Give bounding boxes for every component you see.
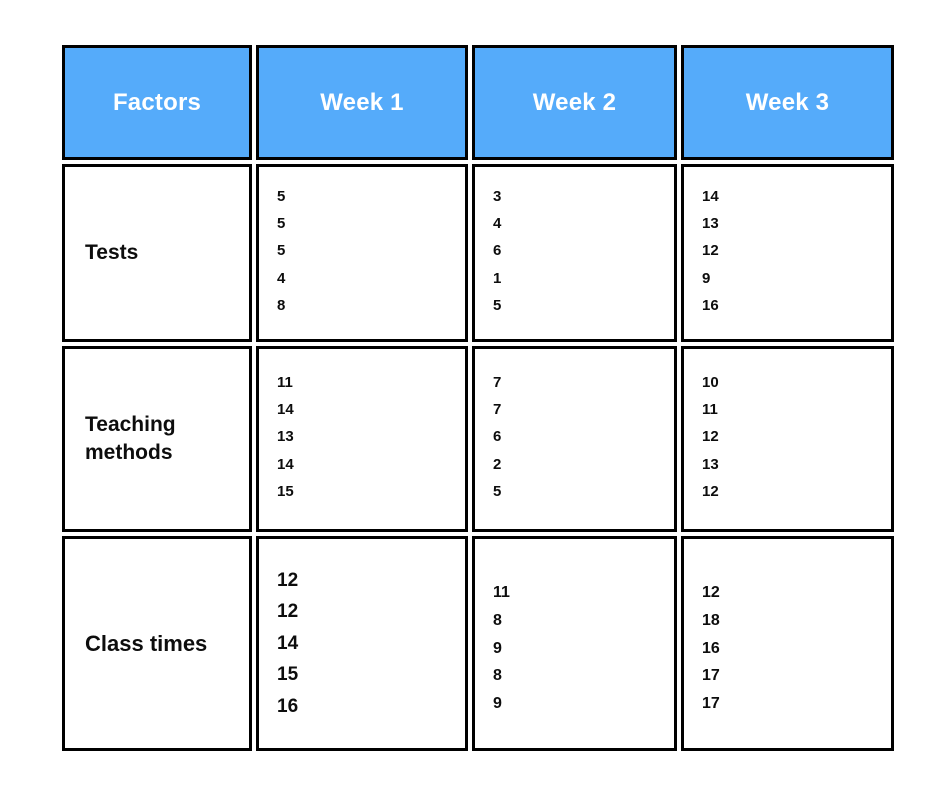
value-item: 6 bbox=[493, 242, 502, 260]
value-item: 9 bbox=[702, 269, 711, 287]
cell-class-times-week-3: 12 18 16 17 17 bbox=[681, 536, 894, 751]
value-item: 18 bbox=[702, 611, 720, 629]
value-item: 17 bbox=[702, 667, 720, 685]
value-item: 8 bbox=[277, 296, 286, 314]
value-item: 17 bbox=[702, 695, 720, 712]
factor-label-tests: Tests bbox=[62, 164, 252, 342]
factor-label-teaching-methods: Teaching methods bbox=[62, 346, 252, 532]
value-item: 12 bbox=[277, 569, 299, 591]
value-list: 11 8 9 8 9 bbox=[493, 579, 674, 717]
value-item: 5 bbox=[277, 242, 286, 260]
value-item: 5 bbox=[277, 187, 286, 205]
value-item: 5 bbox=[493, 482, 502, 500]
value-item: 16 bbox=[277, 695, 299, 717]
cell-class-times-week-2: 11 8 9 8 9 bbox=[472, 536, 677, 751]
value-item: 14 bbox=[277, 401, 294, 419]
value-item: 11 bbox=[277, 373, 293, 391]
value-item: 7 bbox=[493, 373, 502, 391]
value-item: 12 bbox=[702, 242, 719, 260]
cell-teaching-methods-week-3: 10 11 12 13 12 bbox=[681, 346, 894, 532]
table-row: Class times 12 12 14 15 16 11 8 9 8 9 12… bbox=[62, 536, 894, 751]
value-item: 7 bbox=[493, 401, 502, 419]
value-item: 5 bbox=[493, 296, 502, 314]
value-list: 3 4 6 1 5 bbox=[493, 183, 674, 319]
table-row: Teaching methods 11 14 13 14 15 7 7 6 2 … bbox=[62, 346, 894, 532]
value-item: 1 bbox=[493, 269, 502, 287]
cell-tests-week-3: 14 13 12 9 16 bbox=[681, 164, 894, 342]
value-item: 16 bbox=[702, 296, 719, 314]
value-item: 9 bbox=[493, 695, 502, 712]
value-item: 14 bbox=[702, 187, 719, 205]
column-header-week-3: Week 3 bbox=[681, 45, 894, 160]
value-item: 5 bbox=[277, 215, 286, 233]
value-item: 14 bbox=[277, 632, 299, 654]
value-item: 16 bbox=[702, 639, 720, 657]
value-item: 10 bbox=[702, 373, 719, 391]
column-header-factors: Factors bbox=[62, 45, 252, 160]
value-item: 4 bbox=[277, 269, 286, 287]
value-item: 14 bbox=[277, 455, 294, 473]
cell-tests-week-2: 3 4 6 1 5 bbox=[472, 164, 677, 342]
value-item: 4 bbox=[493, 215, 502, 233]
value-list: 14 13 12 9 16 bbox=[702, 183, 891, 319]
value-list: 12 12 14 15 16 bbox=[277, 565, 465, 723]
table-row: Tests 5 5 5 4 8 3 4 6 1 5 14 13 12 9 16 bbox=[62, 164, 894, 342]
value-item: 11 bbox=[702, 401, 718, 419]
value-item: 9 bbox=[493, 639, 502, 657]
table-header: Factors Week 1 Week 2 Week 3 bbox=[62, 45, 894, 160]
value-list: 12 18 16 17 17 bbox=[702, 579, 891, 717]
value-item: 3 bbox=[493, 187, 502, 205]
value-list: 11 14 13 14 15 bbox=[277, 369, 465, 505]
value-item: 13 bbox=[702, 215, 719, 233]
cell-class-times-week-1: 12 12 14 15 16 bbox=[256, 536, 468, 751]
column-header-week-1: Week 1 bbox=[256, 45, 468, 160]
value-item: 2 bbox=[493, 455, 502, 473]
value-item: 13 bbox=[702, 455, 719, 473]
value-item: 12 bbox=[702, 584, 720, 602]
value-item: 12 bbox=[702, 428, 719, 446]
value-item: 8 bbox=[493, 611, 502, 629]
cell-teaching-methods-week-1: 11 14 13 14 15 bbox=[256, 346, 468, 532]
value-item: 12 bbox=[702, 482, 719, 500]
value-list: 10 11 12 13 12 bbox=[702, 369, 891, 505]
value-item: 15 bbox=[277, 664, 299, 686]
factors-weeks-table-container: Factors Week 1 Week 2 Week 3 Tests 5 5 5… bbox=[58, 41, 894, 751]
value-item: 11 bbox=[493, 584, 510, 602]
value-item: 12 bbox=[277, 601, 299, 623]
column-header-week-2: Week 2 bbox=[472, 45, 677, 160]
cell-tests-week-1: 5 5 5 4 8 bbox=[256, 164, 468, 342]
value-item: 13 bbox=[277, 428, 294, 446]
header-row: Factors Week 1 Week 2 Week 3 bbox=[62, 45, 894, 160]
value-item: 8 bbox=[493, 667, 502, 685]
value-list: 7 7 6 2 5 bbox=[493, 369, 674, 505]
table-body: Tests 5 5 5 4 8 3 4 6 1 5 14 13 12 9 16 … bbox=[62, 164, 894, 751]
factors-weeks-table: Factors Week 1 Week 2 Week 3 Tests 5 5 5… bbox=[58, 41, 898, 755]
value-item: 6 bbox=[493, 428, 502, 446]
value-list: 5 5 5 4 8 bbox=[277, 183, 465, 319]
cell-teaching-methods-week-2: 7 7 6 2 5 bbox=[472, 346, 677, 532]
factor-label-class-times: Class times bbox=[62, 536, 252, 751]
value-item: 15 bbox=[277, 482, 294, 500]
